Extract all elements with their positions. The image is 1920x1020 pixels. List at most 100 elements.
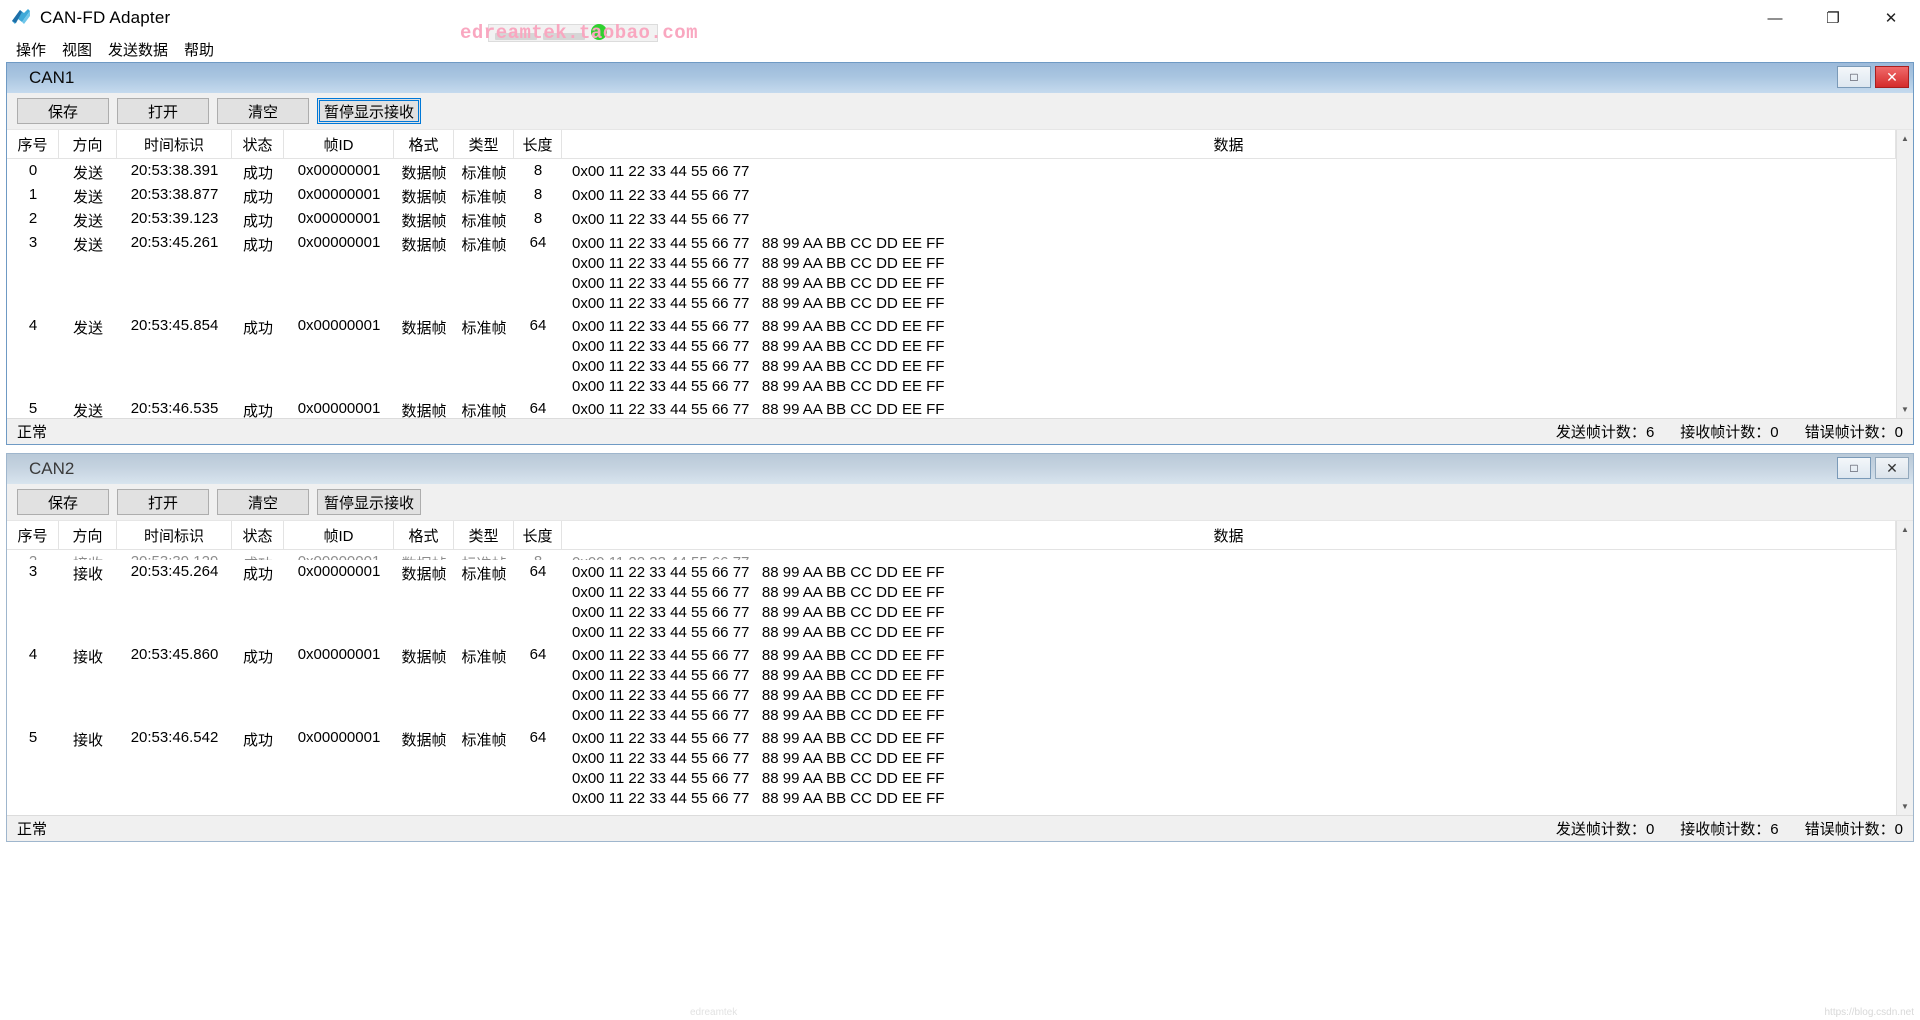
- cell-data: 0x00 11 22 33 44 55 66 77 88 99 AA BB CC…: [562, 314, 1896, 397]
- maximize-button[interactable]: ❐: [1804, 0, 1862, 36]
- header-time[interactable]: 时间标识: [117, 130, 232, 158]
- header-data[interactable]: 数据: [562, 130, 1896, 158]
- data-line: 0x00 11 22 33 44 55 66 77 88 99 AA BB CC…: [572, 604, 945, 621]
- data-line: 0x00 11 22 33 44 55 66 77: [572, 187, 750, 204]
- table-row[interactable]: 3 发送 20:53:45.261 成功 0x00000001 数据帧 标准帧 64 0x00 …: [7, 231, 1896, 314]
- can1-scroll-track[interactable]: [1896, 147, 1913, 401]
- header-data[interactable]: 数据: [562, 521, 1896, 549]
- can1-open-button[interactable]: 打开: [117, 98, 209, 124]
- cell-type: 标准帧: [461, 566, 507, 583]
- cell-id: 0x00000001: [297, 729, 381, 746]
- header-format[interactable]: 格式: [394, 521, 454, 549]
- table-row[interactable]: 5 发送 20:53:46.535 成功 0x00000001 数据帧 标准帧 64 0x00 …: [7, 397, 1896, 418]
- header-frameid[interactable]: 帧ID: [284, 130, 394, 158]
- cell-fmt: 数据帧: [401, 732, 447, 749]
- can1-clear-button[interactable]: 清空: [217, 98, 309, 124]
- cell-id: 0x00000001: [297, 400, 381, 417]
- can1-pause-display-button[interactable]: 暂停显示接收: [317, 98, 421, 124]
- can2-list[interactable]: 序号 方向 时间标识 状态 帧ID 格式 类型 长度 数据 2接收20:53:3…: [7, 521, 1896, 815]
- can1-scroll-up-icon[interactable]: ▲: [1896, 130, 1913, 147]
- table-row[interactable]: 1 发送 20:53:38.877 成功 0x00000001 数据帧 标准帧 8 0x00 1…: [7, 183, 1896, 207]
- table-row[interactable]: 2 发送 20:53:39.123 成功 0x00000001 数据帧 标准帧 8 0x00 1…: [7, 207, 1896, 231]
- header-type[interactable]: 类型: [454, 130, 514, 158]
- cell-state: 成功: [242, 165, 273, 182]
- cell-fmt: 数据帧: [401, 320, 447, 337]
- cell-fmt: 数据帧: [394, 550, 454, 560]
- can2-vertical-scrollbar[interactable]: ▲ ▼: [1896, 521, 1913, 815]
- can1-rows: 0 发送 20:53:38.391 成功 0x00000001 数据帧 标准帧 8 0x00 1…: [7, 159, 1896, 418]
- cell-type: 标准帧: [461, 732, 507, 749]
- can2-save-button[interactable]: 保存: [17, 489, 109, 515]
- table-row[interactable]: 3 接收 20:53:45.264 成功 0x00000001 数据帧 标准帧 64 0x00 …: [7, 560, 1896, 643]
- can1-save-button[interactable]: 保存: [17, 98, 109, 124]
- header-time[interactable]: 时间标识: [117, 521, 232, 549]
- header-length[interactable]: 长度: [514, 521, 562, 549]
- can2-statusbar: 正常 发送帧计数：0 接收帧计数：6 错误帧计数：0: [7, 815, 1913, 841]
- cell-seq: 2: [7, 550, 59, 560]
- header-state[interactable]: 状态: [232, 521, 284, 549]
- table-row[interactable]: 5 接收 20:53:46.542 成功 0x00000001 数据帧 标准帧 64 0x00 …: [7, 726, 1896, 809]
- header-length[interactable]: 长度: [514, 130, 562, 158]
- child-window-can2: CAN2 □ ✕ 保存 打开 清空 暂停显示接收 序号 方向 时间标识 状态 帧…: [6, 453, 1914, 842]
- menu-send-data[interactable]: 发送数据: [100, 37, 176, 62]
- can2-restore-button[interactable]: □: [1837, 457, 1871, 479]
- data-line: 0x00 11 22 33 44 55 66 77: [572, 553, 749, 560]
- can2-pause-display-button[interactable]: 暂停显示接收: [317, 489, 421, 515]
- table-row[interactable]: 0 发送 20:53:38.391 成功 0x00000001 数据帧 标准帧 8 0x00 1…: [7, 159, 1896, 183]
- can2-clear-button[interactable]: 清空: [217, 489, 309, 515]
- can1-titlebar[interactable]: CAN1 □ ✕: [7, 63, 1913, 93]
- can2-close-button[interactable]: ✕: [1875, 457, 1909, 479]
- header-seq[interactable]: 序号: [7, 130, 59, 158]
- can2-titlebar[interactable]: CAN2 □ ✕: [7, 454, 1913, 484]
- can2-scroll-up-icon[interactable]: ▲: [1896, 521, 1913, 538]
- can2-toolbar: 保存 打开 清空 暂停显示接收: [7, 484, 1913, 520]
- menu-help[interactable]: 帮助: [176, 37, 222, 62]
- cell-time: 20:53:45.264: [130, 563, 219, 580]
- header-state[interactable]: 状态: [232, 130, 284, 158]
- menu-view[interactable]: 视图: [54, 37, 100, 62]
- header-format[interactable]: 格式: [394, 130, 454, 158]
- table-row[interactable]: 4 接收 20:53:45.860 成功 0x00000001 数据帧 标准帧 64 0x00 …: [7, 643, 1896, 726]
- table-row[interactable]: 2接收20:53:39.129成功0x00000001数据帧标准帧8 0x00 1…: [7, 550, 1896, 560]
- table-row[interactable]: 4 发送 20:53:45.854 成功 0x00000001 数据帧 标准帧 64 0x00 …: [7, 314, 1896, 397]
- header-dir[interactable]: 方向: [59, 130, 117, 158]
- can1-list[interactable]: 序号 方向 时间标识 状态 帧ID 格式 类型 长度 数据 0 发送 20:53:3…: [7, 130, 1896, 418]
- cell-dir: 接收: [72, 649, 103, 666]
- can2-open-button[interactable]: 打开: [117, 489, 209, 515]
- header-dir[interactable]: 方向: [59, 521, 117, 549]
- menubar: 操作 视图 发送数据 帮助: [0, 24, 1920, 62]
- cell-time: 20:53:46.542: [130, 729, 219, 746]
- data-line: 0x00 11 22 33 44 55 66 77 88 99 AA BB CC…: [572, 624, 945, 641]
- can2-scroll-down-icon[interactable]: ▼: [1896, 798, 1913, 815]
- menu-operation[interactable]: 操作: [8, 37, 54, 62]
- mdi-client-area: CAN1 □ ✕ 保存 打开 清空 暂停显示接收 序号 方向 时间标识 状态 帧…: [0, 62, 1920, 1020]
- minimize-button[interactable]: —: [1746, 0, 1804, 36]
- can2-err-count: 错误帧计数：0: [1805, 818, 1903, 839]
- can1-restore-button[interactable]: □: [1837, 66, 1871, 88]
- cell-id: 0x00000001: [297, 162, 381, 179]
- cell-time: 20:53:38.877: [130, 186, 219, 203]
- cell-dir: 发送: [72, 213, 103, 230]
- close-button[interactable]: ✕: [1862, 0, 1920, 36]
- cell-len: 64: [529, 729, 547, 746]
- cell-seq: 5: [28, 729, 38, 746]
- cell-id: 0x00000001: [297, 210, 381, 227]
- can2-scroll-track[interactable]: [1896, 538, 1913, 798]
- cell-data: 0x00 11 22 33 44 55 66 77: [562, 207, 1896, 230]
- header-seq[interactable]: 序号: [7, 521, 59, 549]
- header-type[interactable]: 类型: [454, 521, 514, 549]
- cell-dir: 发送: [72, 320, 103, 337]
- can1-close-button[interactable]: ✕: [1875, 66, 1909, 88]
- header-frameid[interactable]: 帧ID: [284, 521, 394, 549]
- can1-scroll-down-icon[interactable]: ▼: [1896, 401, 1913, 418]
- cell-type: 标准帧: [461, 237, 507, 254]
- cell-state: 成功: [242, 649, 273, 666]
- can1-err-count: 错误帧计数：0: [1805, 421, 1903, 442]
- can2-rx-value: 6: [1770, 821, 1779, 838]
- overlay-chip: [488, 24, 658, 42]
- can1-vertical-scrollbar[interactable]: ▲ ▼: [1896, 130, 1913, 418]
- can2-err-label: 错误帧计数：: [1804, 821, 1895, 838]
- window-title: CAN-FD Adapter: [40, 8, 171, 27]
- data-line: 0x00 11 22 33 44 55 66 77 88 99 AA BB CC…: [572, 358, 945, 375]
- cell-data: 0x00 11 22 33 44 55 66 77 88 99 AA BB CC…: [562, 231, 1896, 314]
